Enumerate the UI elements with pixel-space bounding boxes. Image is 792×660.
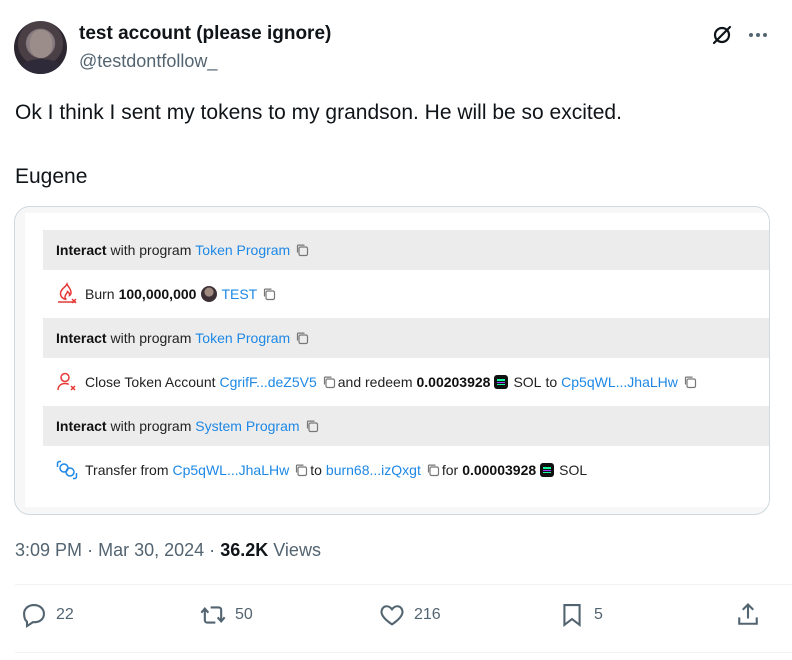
copy-icon[interactable] bbox=[294, 463, 308, 477]
divider bbox=[15, 652, 792, 653]
burn-address-link[interactable]: burn68...izQxgt bbox=[326, 462, 421, 478]
interact-label: Interact bbox=[56, 330, 107, 346]
instruction-row-1: Interact with program Token Program bbox=[43, 230, 769, 270]
copy-icon[interactable] bbox=[295, 243, 309, 257]
repost-button[interactable]: 50 bbox=[199, 601, 253, 629]
close-label: Close Token Account bbox=[85, 374, 216, 390]
tweet-meta: 3:09 PM · Mar 30, 2024 · 36.2K Views bbox=[15, 540, 321, 561]
source-link[interactable]: Cp5qWL...JhaLHw bbox=[173, 462, 290, 478]
meta-separator: · bbox=[209, 540, 216, 560]
repost-count: 50 bbox=[235, 606, 253, 623]
burn-label: Burn bbox=[85, 286, 115, 302]
bookmark-count: 5 bbox=[594, 606, 603, 623]
action-bar: 22 50 216 5 bbox=[0, 601, 792, 637]
test-token-avatar bbox=[201, 286, 218, 302]
interact-label: Interact bbox=[56, 418, 107, 434]
burn-row: Burn 100,000,000 TEST bbox=[43, 274, 769, 314]
attached-image[interactable]: Interact with program Token Program Burn… bbox=[14, 206, 770, 515]
bookmark-icon bbox=[563, 604, 581, 628]
like-count: 216 bbox=[414, 606, 441, 623]
redeem-label: and redeem bbox=[337, 374, 413, 390]
to-label: to bbox=[545, 374, 558, 390]
reply-icon bbox=[23, 604, 45, 629]
copy-icon[interactable] bbox=[295, 331, 309, 345]
transfer-row: Transfer from Cp5qWL...JhaLHw to burn68.… bbox=[43, 450, 769, 490]
grok-icon[interactable] bbox=[711, 24, 733, 46]
burn-amount: 100,000,000 bbox=[118, 286, 197, 302]
with-program-text: with program bbox=[106, 242, 196, 258]
program-link-system[interactable]: System Program bbox=[195, 418, 299, 434]
fire-burn-icon bbox=[55, 282, 79, 306]
author-avatar[interactable] bbox=[14, 21, 67, 74]
transfer-icon bbox=[55, 458, 79, 482]
share-icon bbox=[738, 603, 758, 625]
heart-icon bbox=[380, 605, 404, 626]
views-label: Views bbox=[273, 540, 321, 560]
sol-logo-icon bbox=[494, 375, 509, 389]
user-remove-icon bbox=[55, 370, 79, 394]
tweet-text: Ok I think I sent my tokens to my grands… bbox=[15, 101, 622, 124]
tweet-signature: Eugene bbox=[15, 165, 88, 188]
copy-icon[interactable] bbox=[683, 375, 697, 389]
reply-count: 22 bbox=[56, 606, 74, 623]
transaction-screenshot: Interact with program Token Program Burn… bbox=[25, 213, 769, 507]
sol-logo-icon bbox=[540, 463, 555, 477]
bookmark-button[interactable]: 5 bbox=[558, 601, 603, 629]
with-program-text: with program bbox=[106, 418, 196, 434]
avatar-face bbox=[30, 30, 52, 58]
repost-icon bbox=[200, 606, 226, 624]
author-handle[interactable]: @testdontfollow_ bbox=[79, 51, 217, 72]
program-link-token[interactable]: Token Program bbox=[195, 330, 290, 346]
copy-icon[interactable] bbox=[262, 287, 276, 301]
copy-icon[interactable] bbox=[305, 419, 319, 433]
destination-link[interactable]: Cp5qWL...JhaLHw bbox=[561, 374, 678, 390]
token-account-link[interactable]: CgrifF...deZ5V5 bbox=[220, 374, 317, 390]
close-account-row: Close Token Account CgrifF...deZ5V5 and … bbox=[43, 362, 769, 402]
transfer-amount: 0.00003928 bbox=[462, 462, 537, 478]
avatar-shirt bbox=[20, 59, 62, 74]
test-token-link[interactable]: TEST bbox=[221, 286, 257, 302]
interact-label: Interact bbox=[56, 242, 107, 258]
meta-separator: · bbox=[87, 540, 94, 560]
program-link-token[interactable]: Token Program bbox=[195, 242, 290, 258]
copy-icon[interactable] bbox=[322, 375, 336, 389]
copy-icon[interactable] bbox=[426, 463, 440, 477]
like-button[interactable]: 216 bbox=[378, 601, 441, 629]
reply-button[interactable]: 22 bbox=[20, 601, 74, 629]
share-button[interactable] bbox=[734, 601, 762, 629]
tweet-date[interactable]: Mar 30, 2024 bbox=[98, 540, 204, 560]
sol-label: SOL bbox=[513, 374, 542, 390]
instruction-row-2: Interact with program Token Program bbox=[43, 318, 769, 358]
more-options-icon[interactable] bbox=[746, 24, 770, 46]
transfer-label: Transfer from bbox=[85, 462, 169, 478]
with-program-text: with program bbox=[106, 330, 196, 346]
tweet-time[interactable]: 3:09 PM bbox=[15, 540, 82, 560]
sol-label: SOL bbox=[559, 462, 588, 478]
divider bbox=[15, 584, 792, 585]
instruction-row-3: Interact with program System Program bbox=[43, 406, 769, 446]
to-label: to bbox=[310, 462, 322, 478]
redeem-amount: 0.00203928 bbox=[416, 374, 491, 390]
for-label: for bbox=[441, 462, 459, 478]
author-name[interactable]: test account (please ignore) bbox=[79, 23, 331, 45]
views-count: 36.2K bbox=[220, 540, 269, 560]
